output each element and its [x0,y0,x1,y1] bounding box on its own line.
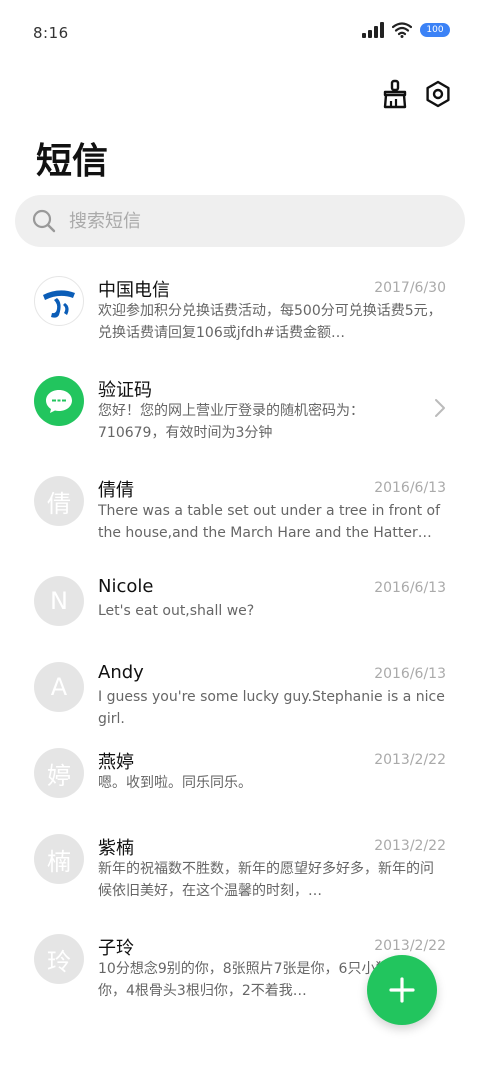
sender-name: 紫楠 [98,838,134,859]
battery-icon: 100 [420,23,450,37]
message-item[interactable]: N Nicole 2016/6/13 Let's eat out,shall w… [0,562,480,648]
search-icon [31,208,57,234]
message-item[interactable]: 倩 倩倩 2016/6/13 There was a table set out… [0,462,480,562]
chevron-right-icon [435,399,445,417]
message-item[interactable]: 验证码 您好！您的网上营业厅登录的随机密码为：710679，有效时间为3分钟 [0,362,480,462]
message-date: 2013/2/22 [374,752,446,768]
message-date: 2013/2/22 [374,938,446,954]
message-preview: Let's eat out,shall we? [98,603,255,619]
status-time: 8:16 [33,24,69,42]
message-date: 2017/6/30 [374,280,446,296]
sender-name: 子玲 [98,938,134,959]
status-icons: 100 [362,22,450,38]
message-list: 中国电信 2017/6/30 欢迎参加积分兑换话费活动，每500分可兑换话费5元… [0,262,480,1020]
sender-name: 燕婷 [98,752,134,773]
wifi-icon [392,22,412,38]
avatar [34,276,84,326]
search-input[interactable] [67,209,431,233]
battery-level: 100 [426,25,444,35]
page-title: 短信 [36,141,109,182]
clean-icon [383,79,407,109]
message-item[interactable]: 中国电信 2017/6/30 欢迎参加积分兑换话费活动，每500分可兑换话费5元… [0,262,480,362]
avatar: N [34,576,84,626]
message-preview: I guess you're some lucky guy.Stephanie … [98,689,445,727]
message-bubble-icon [46,390,72,413]
message-date: 2016/6/13 [374,480,446,496]
settings-button[interactable] [423,79,453,109]
message-preview: 欢迎参加积分兑换话费活动，每500分可兑换话费5元，兑换话费请回复106或jfd… [98,303,442,341]
avatar: A [34,662,84,712]
sender-name: Nicole [98,576,154,597]
new-message-button[interactable] [367,955,437,1025]
message-item[interactable]: 婷 燕婷 2013/2/22 嗯。收到啦。同乐同乐。 [0,734,480,820]
message-preview: 您好！您的网上营业厅登录的随机密码为：710679，有效时间为3分钟 [98,403,364,441]
message-item[interactable]: 楠 紫楠 2013/2/22 新年的祝福数不胜数，新年的愿望好多好多，新年的问候… [0,820,480,920]
avatar: 楠 [34,834,84,884]
message-date: 2016/6/13 [374,666,446,682]
add-icon [389,977,415,1003]
avatar [34,376,84,426]
settings-icon [426,80,450,108]
status-bar: 8:16 100 [0,0,480,66]
message-preview: 新年的祝福数不胜数，新年的愿望好多好多，新年的问候依旧美好，在这个温馨的时刻，… [98,861,434,899]
sender-name: 中国电信 [98,280,170,301]
sender-name: 倩倩 [98,480,134,501]
search-bar[interactable] [15,195,465,247]
avatar: 玲 [34,934,84,984]
signal-icon [362,22,384,38]
avatar: 婷 [34,748,84,798]
clean-button[interactable] [380,79,410,109]
message-date: 2016/6/13 [374,580,446,596]
message-date: 2013/2/22 [374,838,446,854]
message-preview: There was a table set out under a tree i… [98,503,441,541]
china-telecom-logo-icon [43,290,75,318]
avatar: 倩 [34,476,84,526]
message-item[interactable]: A Andy 2016/6/13 I guess you're some luc… [0,648,480,734]
message-preview: 嗯。收到啦。同乐同乐。 [98,775,252,791]
sender-name: Andy [98,662,144,683]
sender-name: 验证码 [98,380,152,401]
